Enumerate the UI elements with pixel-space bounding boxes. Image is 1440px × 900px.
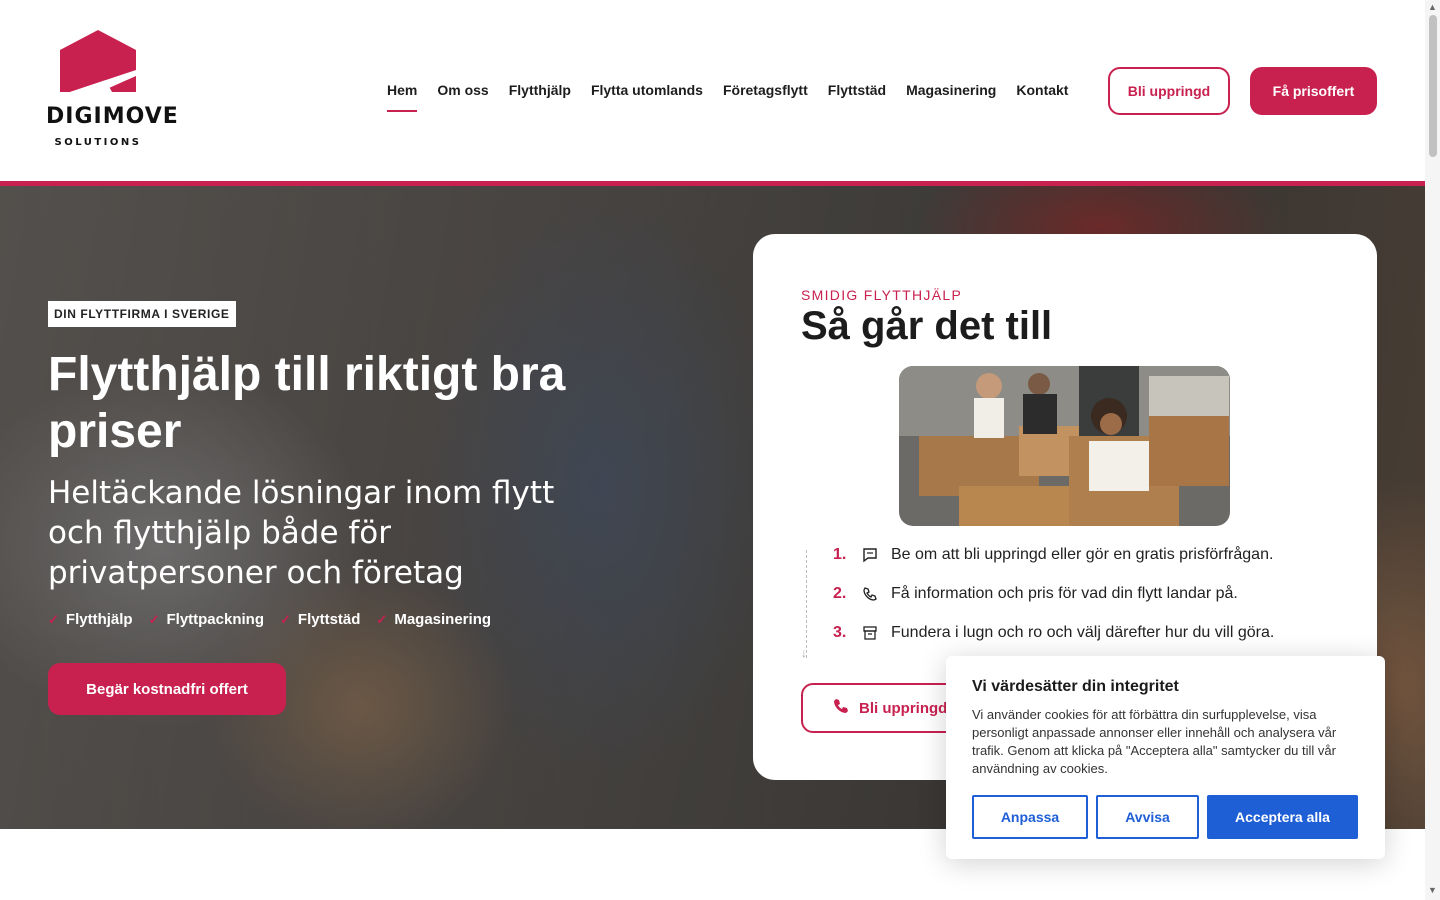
chat-icon: [861, 546, 879, 564]
phone-icon: [833, 698, 849, 718]
nav-item-flytthjalp[interactable]: Flytthjälp: [509, 82, 571, 112]
card-title: Så går det till: [801, 304, 1053, 348]
nav-item-om-oss[interactable]: Om oss: [437, 82, 488, 112]
nav-item-kontakt[interactable]: Kontakt: [1016, 82, 1068, 112]
step-item: 1. Be om att bli uppringd eller gör en g…: [833, 546, 1274, 564]
card-kicker: SMIDIG FLYTTHJÄLP: [801, 287, 963, 303]
scrollbar-thumb[interactable]: [1429, 15, 1437, 157]
check-icon: ✓: [376, 611, 388, 627]
archive-icon: [861, 624, 879, 642]
hero-subtitle: Heltäckande lösningar inom flytt och fly…: [48, 475, 555, 591]
scroll-down-icon[interactable]: ▼: [1428, 885, 1437, 895]
nav-item-hem[interactable]: Hem: [387, 82, 418, 112]
family-moving-photo: [899, 366, 1230, 526]
cookie-text: Vi använder cookies för att förbättra di…: [972, 707, 1337, 776]
nav-item-flyttstad[interactable]: Flyttstäd: [828, 82, 886, 112]
free-quote-button[interactable]: Begär kostnadfri offert: [48, 663, 286, 715]
nav-item-flytta-utomlands[interactable]: Flytta utomlands: [591, 82, 703, 112]
logo[interactable]: DIGIMOVE SOLUTIONS: [46, 30, 179, 152]
check-icon: ✓: [280, 611, 291, 627]
tag-item: ✓ Flytthjälp: [48, 611, 133, 628]
tag-item: ✓ Magasinering: [376, 611, 492, 628]
hero-tags: ✓ Flytthjälp ✓ Flyttpackning ✓ Flyttstäd ✓ M…: [48, 611, 491, 628]
logo-name: DIGIMOVE: [46, 104, 179, 129]
step-item: 3. Fundera i lugn och ro och välj däreft…: [833, 624, 1275, 642]
cookie-consent-dialog: Vi värdesätter din integritet Vi använde…: [946, 656, 1385, 859]
nav-item-magasinering[interactable]: Magasinering: [906, 82, 996, 112]
main-nav: Hem Om oss Flytthjälp Flytta utomlands F…: [387, 82, 1088, 112]
accept-all-button[interactable]: Acceptera alla: [1207, 795, 1358, 839]
quote-button[interactable]: Få prisoffert: [1250, 67, 1377, 115]
customize-button[interactable]: Anpassa: [972, 795, 1088, 839]
cookie-title: Vi värdesätter din integritet: [972, 678, 1179, 695]
callback-button[interactable]: Bli uppringd: [1108, 67, 1230, 115]
arrow-down-icon: ↓: [801, 646, 807, 660]
reject-button[interactable]: Avvisa: [1096, 795, 1199, 839]
scroll-up-icon[interactable]: ▲: [1428, 2, 1437, 12]
site-header: DIGIMOVE SOLUTIONS Hem Om oss Flytthjälp…: [0, 0, 1425, 181]
photo-illustration: [899, 366, 1230, 526]
check-icon: ✓: [48, 611, 59, 627]
step-item: 2. Få information och pris för vad din f…: [833, 585, 1238, 603]
check-icon: ✓: [148, 611, 160, 627]
house-logo-icon: [60, 30, 136, 92]
hero-title: Flytthjälp till riktigt bra priser: [48, 348, 566, 458]
tag-item: ✓ Flyttpackning: [148, 611, 264, 628]
logo-tagline: SOLUTIONS: [54, 137, 142, 148]
hero-badge: DIN FLYTTFIRMA I SVERIGE: [48, 301, 236, 327]
tag-item: ✓ Flyttstäd: [280, 611, 361, 628]
nav-item-foretagsflytt[interactable]: Företagsflytt: [723, 82, 808, 112]
phone-icon: [861, 585, 879, 603]
